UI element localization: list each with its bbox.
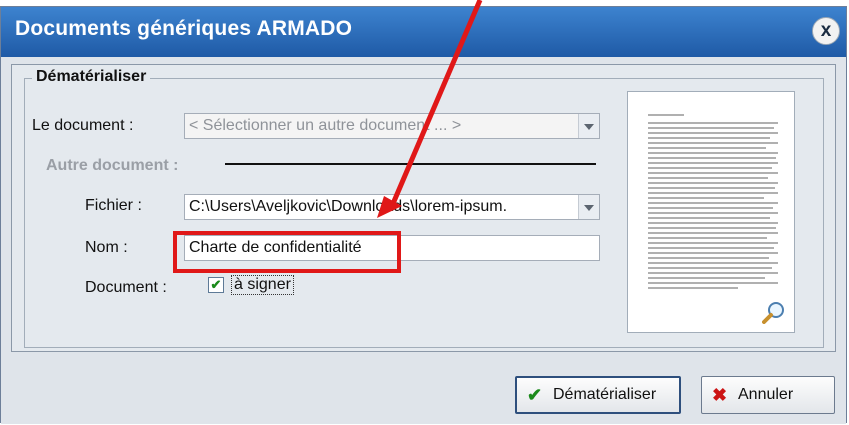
dialog-window: Documents génériques ARMADO x Dématérial…: [0, 6, 847, 424]
document-label: Le document :: [32, 117, 134, 134]
dematerialize-button-label: Dématérialiser: [553, 386, 657, 403]
document-select[interactable]: < Sélectionner un autre document ... >: [184, 113, 600, 139]
section-divider: [225, 163, 596, 165]
window-title: Documents génériques ARMADO: [15, 17, 353, 40]
sign-checkbox[interactable]: ✔: [208, 277, 224, 293]
file-select-value: C:\Users\Aveljkovic\Downloads\lorem-ipsu…: [189, 198, 508, 215]
document-preview[interactable]: [627, 91, 795, 333]
other-document-label: Autre document :: [46, 157, 179, 174]
magnifier-icon[interactable]: [762, 300, 786, 324]
dialog-body: Dématérialiser Le document : < Sélection…: [11, 64, 836, 352]
name-label: Nom :: [85, 239, 128, 256]
dropdown-arrow-icon[interactable]: [578, 114, 599, 138]
checkmark-icon: ✔: [527, 385, 543, 405]
close-icon: x: [820, 20, 832, 41]
close-button[interactable]: x: [812, 17, 840, 45]
group-legend: Dématérialiser: [32, 68, 151, 86]
cancel-x-icon: ✖: [712, 385, 728, 405]
button-bar: ✔ Dématérialiser ✖ Annuler: [1, 362, 846, 424]
document-type-label: Document :: [85, 279, 167, 296]
document-select-value: < Sélectionner un autre document ... >: [189, 117, 462, 134]
dematerialize-button[interactable]: ✔ Dématérialiser: [515, 376, 681, 414]
dropdown-arrow-icon[interactable]: [578, 195, 599, 219]
cancel-button[interactable]: ✖ Annuler: [701, 376, 835, 414]
file-select[interactable]: C:\Users\Aveljkovic\Downloads\lorem-ipsu…: [184, 194, 600, 220]
cancel-button-label: Annuler: [738, 386, 794, 403]
preview-page: [648, 114, 778, 304]
title-bar[interactable]: Documents génériques ARMADO x: [1, 7, 846, 57]
sign-checkbox-label[interactable]: à signer: [231, 275, 294, 295]
highlight-annotation: [173, 231, 401, 273]
checkmark-icon: ✔: [210, 277, 222, 292]
file-label: Fichier :: [85, 197, 142, 214]
